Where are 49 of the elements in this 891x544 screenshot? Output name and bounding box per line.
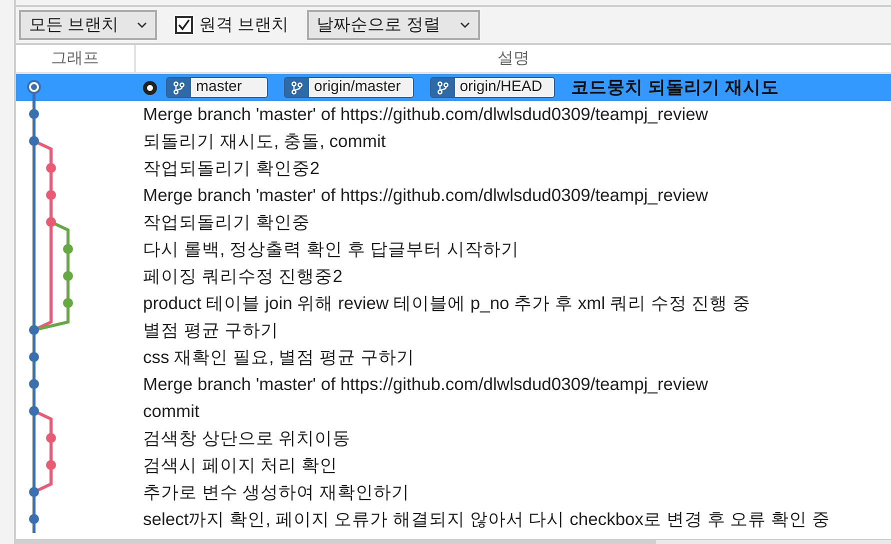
commit-message: 코드뭉치 되돌리기 재시도 — [571, 76, 779, 100]
commit-message: 별점 평균 구하기 — [143, 319, 279, 342]
commit-row[interactable]: select까지 확인, 페이지 오류가 해결되지 않아서 다시 checkbox로 변경 후 오류 확인 중 — [16, 506, 891, 533]
commit-row[interactable]: 다시 롤백, 정상출력 확인 후 답글부터 시작하기 — [16, 236, 891, 263]
branch-tag[interactable]: master — [166, 77, 268, 98]
commit-message: Merge branch 'master' of https://github.com/dlwlsdud0309/teampj_review — [143, 373, 708, 396]
commit-row[interactable]: Merge branch 'master' of https://github.com/dlwlsdud0309/teampj_review — [16, 182, 891, 209]
commit-message: 작업되돌리기 확인중 — [143, 211, 310, 234]
commit-row[interactable]: 별점 평균 구하기 — [16, 317, 891, 344]
commit-message: Merge branch 'master' of https://github.com/dlwlsdud0309/teampj_review — [143, 103, 708, 126]
chevron-down-icon — [137, 22, 147, 28]
commit-message: 페이징 쿼리수정 진행중2 — [143, 265, 342, 288]
selected-commit-row[interactable]: master origin/master origin/HEAD 코드뭉치 되돌리기 재시도 — [16, 74, 891, 101]
commit-row[interactable]: css 재확인 필요, 별점 평균 구하기 — [16, 344, 891, 371]
commit-message: commit — [143, 400, 200, 424]
commit-row[interactable]: 검색시 페이지 처리 확인 — [16, 452, 891, 479]
commit-row[interactable]: 추가로 변수 생성하여 재확인하기 — [16, 479, 891, 506]
branch-icon — [167, 78, 191, 97]
commit-message: product 테이블 join 위해 review 테이블에 p_no 추가 후 xml 쿼리 수정 진행 중 — [143, 292, 751, 316]
commit-message: 검색창 상단으로 위치이동 — [143, 427, 351, 450]
commit-row[interactable]: product 테이블 join 위해 review 테이블에 p_no 추가 후 xml 쿼리 수정 진행 중 — [16, 290, 891, 317]
commit-row[interactable]: commit — [16, 398, 891, 425]
commit-row[interactable]: 작업되돌리기 확인중 — [16, 209, 891, 236]
branch-tag[interactable]: origin/HEAD — [430, 77, 556, 98]
chevron-down-icon — [460, 22, 470, 28]
sort-dropdown[interactable]: 날짜순으로 정렬 — [306, 10, 480, 40]
scrollbar-thumb[interactable] — [16, 540, 656, 544]
branch-icon — [430, 78, 455, 97]
commit-row[interactable]: Merge branch 'master' of https://github.com/dlwlsdud0309/teampj_review — [16, 101, 891, 128]
branch-tag[interactable]: origin/master — [284, 77, 414, 98]
commit-row[interactable]: 검색창 상단으로 위치이동 — [16, 425, 891, 452]
commit-message: Merge branch 'master' of https://github.com/dlwlsdud0309/teampj_review — [143, 184, 708, 208]
commit-message: 검색시 페이지 처리 확인 — [143, 454, 338, 478]
commit-message: css 재확인 필요, 별점 평균 구하기 — [143, 346, 414, 370]
column-header[interactable]: 설명 — [136, 45, 891, 72]
commit-row[interactable]: 작업되돌리기 확인중2 — [16, 155, 891, 182]
commit-message: 작업되돌리기 확인중2 — [143, 157, 320, 180]
commit-row[interactable]: 페이징 쿼리수정 진행중2 — [16, 263, 891, 290]
remote-branches-checkbox[interactable] — [175, 16, 193, 34]
branch-icon — [285, 78, 309, 97]
commit-row[interactable]: Merge branch 'master' of https://github.com/dlwlsdud0309/teampj_review — [16, 371, 891, 398]
commit-row[interactable]: 되돌리기 재시도, 충돌, commit — [16, 128, 891, 155]
column-header[interactable]: 그래프 — [16, 45, 136, 72]
commit-message: 다시 롤백, 정상출력 확인 후 답글부터 시작하기 — [143, 238, 520, 262]
checkbox-label: 원격 브랜치 — [199, 14, 289, 36]
branch-filter-dropdown[interactable]: 모든 브랜치 — [19, 10, 157, 40]
commit-message: 되돌리기 재시도, 충돌, commit — [143, 130, 386, 154]
commit-message: select까지 확인, 페이지 오류가 해결되지 않아서 다시 checkbox로 변경 후 오류 확인 중 — [143, 508, 830, 532]
commit-message: 추가로 변수 생성하여 재확인하기 — [143, 481, 410, 504]
